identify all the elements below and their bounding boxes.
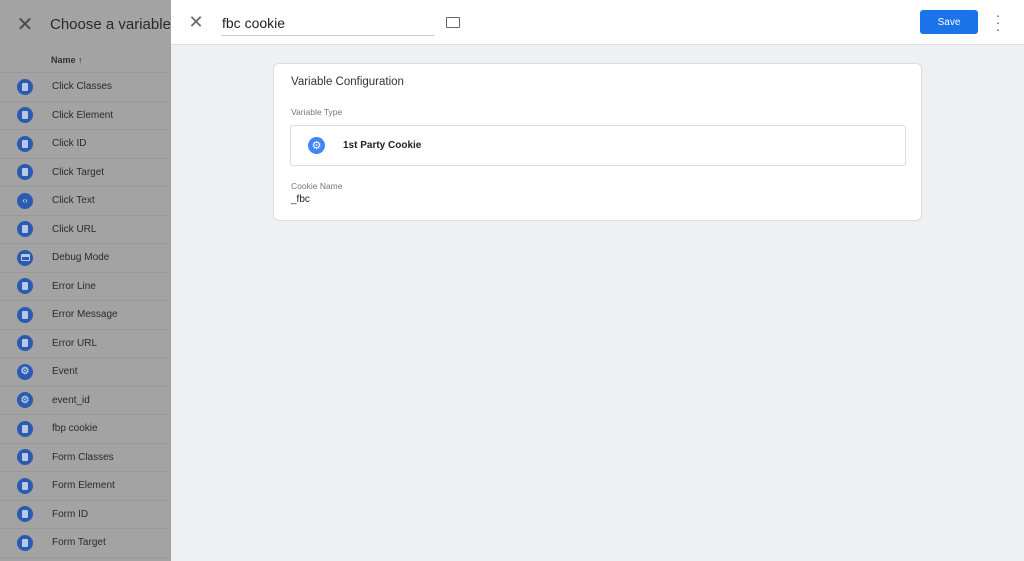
variable-list-item[interactable]: Click ID xyxy=(0,130,171,159)
variable-name: Event xyxy=(52,366,78,378)
variable-name: Form Target xyxy=(52,537,106,549)
document-icon xyxy=(17,335,33,352)
document-icon xyxy=(17,506,33,523)
variable-name: Click Classes xyxy=(52,81,113,93)
variable-list-item[interactable]: Form Target xyxy=(0,529,171,558)
variable-list-item[interactable]: Click Classes xyxy=(0,73,171,102)
card-title: Variable Configuration xyxy=(291,76,404,88)
document-icon xyxy=(17,477,33,494)
document-icon xyxy=(17,164,33,181)
code-icon: ‹› xyxy=(17,192,33,209)
variable-name: event_id xyxy=(52,394,90,406)
window-icon xyxy=(17,249,33,266)
variable-name: Click ID xyxy=(52,138,87,150)
folder-icon[interactable] xyxy=(446,16,460,28)
chooser-title: Choose a variable xyxy=(50,15,171,33)
document-icon xyxy=(17,135,33,152)
variable-type-selector[interactable]: ⚙ 1st Party Cookie xyxy=(290,125,906,166)
variable-name: Click Target xyxy=(52,166,105,178)
name-column-header[interactable]: Name ↑ xyxy=(0,48,171,73)
cookie-name-label: Cookie Name xyxy=(291,181,343,191)
variable-list-item[interactable]: Form Element xyxy=(0,472,171,501)
close-editor-button[interactable]: ✕ xyxy=(171,12,221,33)
variable-configuration-card: Variable Configuration Variable Type ⚙ 1… xyxy=(273,63,922,221)
variable-list-item[interactable]: Form ID xyxy=(0,501,171,529)
variable-list-item[interactable]: ⚙ Event xyxy=(0,358,171,387)
variable-name: Click Element xyxy=(52,109,114,121)
variable-list-item[interactable]: Click Target xyxy=(0,159,171,187)
close-chooser-button[interactable]: ✕ xyxy=(0,12,50,37)
variable-name: Error Line xyxy=(52,280,96,292)
more-options-icon[interactable]: · · · xyxy=(993,8,1003,36)
variable-list-item[interactable]: Debug Mode xyxy=(0,244,171,273)
variable-name: Form Element xyxy=(52,480,115,492)
document-icon xyxy=(17,534,33,551)
variable-list-item[interactable]: ⚙ event_id xyxy=(0,387,171,415)
save-button[interactable]: Save xyxy=(920,10,978,34)
variable-name: Error Message xyxy=(52,309,118,321)
variable-type-label: Variable Type xyxy=(291,107,343,117)
variable-name: fbp cookie xyxy=(52,423,98,435)
variable-name: Click Text xyxy=(52,195,95,207)
variable-list-item[interactable]: Click Element xyxy=(0,102,171,130)
document-icon xyxy=(17,107,33,124)
variable-name: Click URL xyxy=(52,223,97,235)
document-icon xyxy=(17,306,33,323)
choose-variable-panel: ✕ Choose a variable Name ↑ Click Classes… xyxy=(0,0,171,561)
variable-list-item[interactable]: Error Message xyxy=(0,301,171,330)
variable-list-item[interactable]: Error Line xyxy=(0,273,171,301)
cookie-name-value[interactable]: _fbc xyxy=(291,194,310,205)
gear-icon: ⚙ xyxy=(308,137,325,154)
editor-header: ✕ fbc cookie Save · · · xyxy=(171,0,1024,45)
variable-list-item[interactable]: Error URL xyxy=(0,330,171,358)
variable-type-name: 1st Party Cookie xyxy=(343,140,422,151)
document-icon xyxy=(17,78,33,95)
variable-list-item[interactable]: Form Classes xyxy=(0,444,171,472)
document-icon xyxy=(17,420,33,437)
variable-list-item[interactable]: ‹› Click Text xyxy=(0,187,171,216)
variable-name: Form Classes xyxy=(52,451,114,463)
variable-name: Error URL xyxy=(52,337,98,349)
document-icon xyxy=(17,278,33,295)
document-icon xyxy=(17,449,33,466)
variable-list-item[interactable]: fbp cookie xyxy=(0,415,171,444)
variable-name: Form ID xyxy=(52,508,89,520)
variable-name: Debug Mode xyxy=(52,252,110,264)
gear-icon: ⚙ xyxy=(17,363,33,380)
document-icon xyxy=(17,221,33,238)
variable-name-input[interactable]: fbc cookie xyxy=(221,11,434,36)
gear-icon: ⚙ xyxy=(17,392,33,409)
variable-list-item[interactable]: Click URL xyxy=(0,216,171,244)
